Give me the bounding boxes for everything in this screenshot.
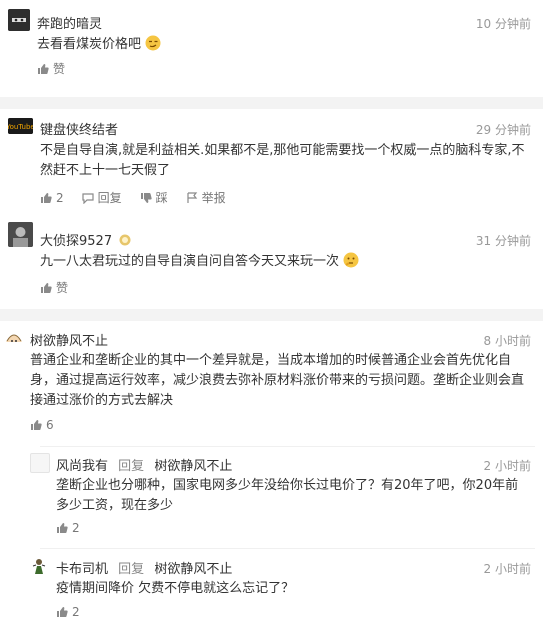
brand-logo-avatar-icon: YouTube xyxy=(8,118,33,134)
timestamp: 8 小时前 xyxy=(483,334,531,348)
thumbs-down-icon xyxy=(140,192,152,203)
like-count: 2 xyxy=(72,521,80,535)
reply-word: 回复 xyxy=(118,459,145,474)
dislike-button[interactable]: 踩 xyxy=(140,189,168,206)
comment-text: 去看看煤炭价格吧 xyxy=(37,35,527,55)
avatar[interactable] xyxy=(8,222,33,247)
like-count: 2 xyxy=(72,605,80,619)
like-count: 6 xyxy=(46,418,54,432)
reply-text: 垄断企业也分哪种，国家电网多少年没给你长过电价了？有20年了吧，你20年前多少工… xyxy=(56,478,519,513)
thinking-emoji-icon xyxy=(343,252,359,268)
like-button[interactable]: 2 xyxy=(56,605,80,619)
timestamp: 31 分钟前 xyxy=(475,234,531,248)
reply-word: 回复 xyxy=(118,562,145,577)
reply-text: 疫情期间降价 欠费不停电就这么忘记了？ xyxy=(56,581,295,596)
comment-text: 普通企业和垄断企业的其中一个差异就是，当成本增加的时候普通企业会首先优化自身，通… xyxy=(30,353,525,408)
comment-text: 不是自导自演,就是利益相关.如果都不是,那他可能需要找一个权威一点的脑科专家,不… xyxy=(40,143,525,178)
reply-label: 回复 xyxy=(97,191,122,205)
avatar[interactable] xyxy=(30,453,50,473)
username[interactable]: 大侦探9527 xyxy=(40,230,131,249)
level-badge-icon xyxy=(119,234,131,246)
dislike-label: 踩 xyxy=(155,191,168,205)
reply-divider xyxy=(40,446,535,447)
like-label: 赞 xyxy=(56,281,69,295)
username[interactable]: 键盘侠终结者 xyxy=(40,119,118,138)
thumbs-up-icon xyxy=(38,63,49,74)
like-label: 赞 xyxy=(53,62,66,76)
thumbs-up-icon xyxy=(57,523,68,533)
reply-target-username[interactable]: 树欲静风不止 xyxy=(154,459,232,474)
comment-actions: 2 回复 踩 举报 xyxy=(40,189,226,206)
comment-actions: 赞 xyxy=(37,60,65,77)
thumbs-up-icon xyxy=(41,282,52,293)
smirk-emoji-icon xyxy=(145,35,161,51)
avatar[interactable]: YouTube xyxy=(8,118,33,134)
comment-text: 九一八太君玩过的自导自演自问自答今天又来玩一次 xyxy=(40,252,527,272)
reply-actions: 2 xyxy=(56,521,80,535)
report-button[interactable]: 举报 xyxy=(186,189,226,206)
flag-icon xyxy=(187,191,197,203)
ninja-avatar-icon xyxy=(8,9,30,31)
comment-text-content: 去看看煤炭价格吧 xyxy=(37,37,142,52)
like-button[interactable]: 2 xyxy=(56,521,80,535)
comment-actions: 赞 xyxy=(40,279,68,296)
thumbs-up-icon xyxy=(41,192,52,203)
report-label: 举报 xyxy=(201,191,226,205)
avatar[interactable] xyxy=(4,328,24,348)
reply-header: 卡布司机 回复 树欲静风不止 xyxy=(56,558,232,577)
section-divider xyxy=(0,97,543,109)
like-button[interactable]: 赞 xyxy=(40,279,68,296)
cartoon-avatar-icon xyxy=(4,328,24,348)
comment-actions: 6 xyxy=(30,418,54,432)
thumbs-up-icon xyxy=(57,607,68,617)
username[interactable]: 奔跑的暗灵 xyxy=(37,13,102,32)
timestamp: 2 小时前 xyxy=(483,562,531,576)
reply-header: 风尚我有 回复 树欲静风不止 xyxy=(56,455,232,474)
figure-avatar-icon xyxy=(30,557,48,575)
reply-icon xyxy=(82,192,94,204)
username[interactable]: 树欲静风不止 xyxy=(30,330,108,349)
like-button[interactable]: 2 xyxy=(40,191,64,205)
portrait-avatar-icon xyxy=(8,222,33,247)
like-count: 2 xyxy=(56,190,64,205)
username[interactable]: 卡布司机 xyxy=(56,562,108,577)
section-divider xyxy=(0,309,543,321)
timestamp: 2 小时前 xyxy=(483,459,531,473)
avatar[interactable] xyxy=(30,557,48,575)
comment-text-content: 九一八太君玩过的自导自演自问自答今天又来玩一次 xyxy=(40,254,340,269)
reply-divider xyxy=(40,548,535,549)
thumbs-up-icon xyxy=(31,420,42,430)
timestamp: 29 分钟前 xyxy=(475,123,531,137)
reply-actions: 2 xyxy=(56,605,80,619)
svg-text:YouTube: YouTube xyxy=(8,123,33,131)
timestamp: 10 分钟前 xyxy=(475,17,531,31)
username-text: 大侦探9527 xyxy=(40,234,113,249)
like-button[interactable]: 赞 xyxy=(37,60,65,77)
reply-target-username[interactable]: 树欲静风不止 xyxy=(154,562,232,577)
avatar[interactable] xyxy=(8,9,30,31)
reply-button[interactable]: 回复 xyxy=(82,189,122,206)
username[interactable]: 风尚我有 xyxy=(56,459,108,474)
like-button[interactable]: 6 xyxy=(30,418,54,432)
